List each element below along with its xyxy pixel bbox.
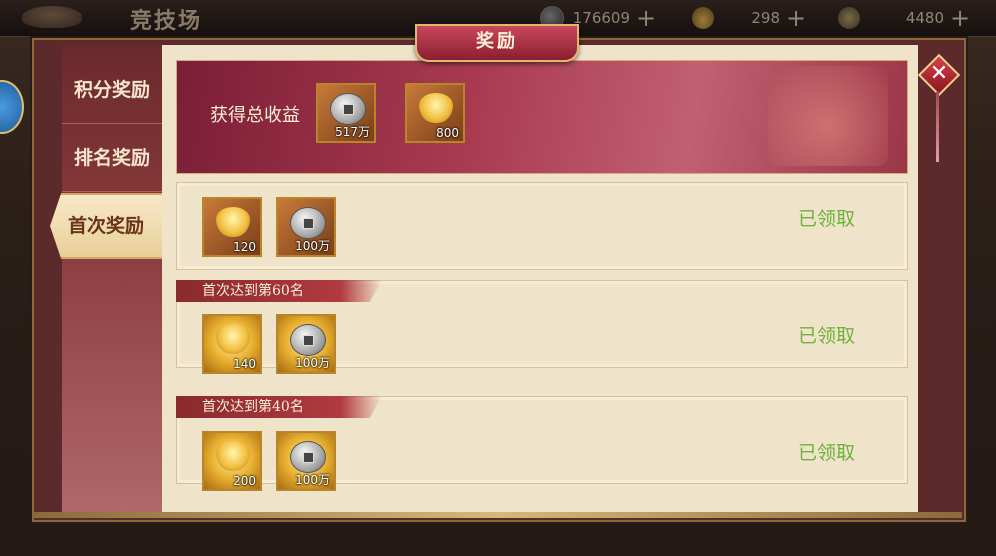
reward-row-header: 首次达到第60名 bbox=[176, 280, 382, 302]
gold-ingot-icon bbox=[692, 7, 714, 29]
scene-title: 竞技场 bbox=[130, 8, 203, 34]
silver-coin-icon bbox=[290, 207, 326, 239]
silver-coin-icon bbox=[330, 93, 366, 125]
close-icon: ✕ bbox=[929, 61, 949, 86]
resource-silver-value: 176609 bbox=[572, 9, 630, 27]
reward-item[interactable]: 100万 bbox=[276, 431, 336, 491]
item-qty: 800 bbox=[436, 126, 459, 140]
item-qty: 140 bbox=[233, 357, 256, 371]
treasure-chest-icon bbox=[768, 66, 888, 166]
gold-ingot-icon bbox=[216, 207, 250, 237]
item-qty: 100万 bbox=[295, 239, 330, 253]
item-qty: 120 bbox=[233, 240, 256, 254]
reward-item[interactable]: 100万 bbox=[276, 197, 336, 257]
item-qty: 200 bbox=[233, 474, 256, 488]
add-silver-button[interactable]: + bbox=[636, 6, 656, 30]
dialog-bottom-trim bbox=[32, 512, 962, 518]
resource-gold: 298 + bbox=[692, 6, 806, 30]
silver-coin-icon bbox=[290, 324, 326, 356]
ticket-icon bbox=[838, 7, 860, 29]
tab-rank-reward[interactable]: 排名奖励 bbox=[62, 125, 162, 192]
silver-coin-icon bbox=[290, 441, 326, 473]
claimed-status: 已领取 bbox=[798, 442, 856, 464]
reward-item[interactable]: 120 bbox=[202, 197, 262, 257]
gold-ingot-icon bbox=[216, 441, 250, 471]
item-qty: 100万 bbox=[295, 356, 330, 370]
gold-ingot-icon bbox=[419, 93, 453, 123]
item-qty: 517万 bbox=[335, 125, 370, 139]
tab-first-reward[interactable]: 首次奖励 bbox=[50, 193, 162, 259]
back-button-icon[interactable] bbox=[22, 6, 82, 28]
resource-gold-value: 298 bbox=[751, 9, 780, 27]
reward-item[interactable]: 100万 bbox=[276, 314, 336, 374]
gold-ingot-icon bbox=[216, 324, 250, 354]
summary-label: 获得总收益 bbox=[210, 105, 300, 126]
add-gold-button[interactable]: + bbox=[786, 6, 806, 30]
resource-ticket-value: 4480 bbox=[905, 9, 944, 27]
reward-sidebar: 积分奖励 排名奖励 首次奖励 bbox=[50, 45, 162, 513]
reward-item[interactable]: 140 bbox=[202, 314, 262, 374]
reward-row-header: 首次达到第40名 bbox=[176, 396, 382, 418]
reward-item[interactable]: 200 bbox=[202, 431, 262, 491]
claimed-status: 已领取 bbox=[798, 325, 856, 347]
summary-item-silver[interactable]: 517万 bbox=[316, 83, 376, 143]
item-qty: 100万 bbox=[295, 473, 330, 487]
add-ticket-button[interactable]: + bbox=[950, 6, 970, 30]
dialog-title: 奖励 bbox=[415, 24, 579, 62]
summary-item-gold[interactable]: 800 bbox=[405, 83, 465, 143]
close-tassel bbox=[936, 92, 939, 162]
tab-points-reward[interactable]: 积分奖励 bbox=[62, 57, 162, 124]
claimed-status: 已领取 bbox=[798, 208, 856, 230]
resource-ticket: 4480 + bbox=[838, 6, 970, 30]
